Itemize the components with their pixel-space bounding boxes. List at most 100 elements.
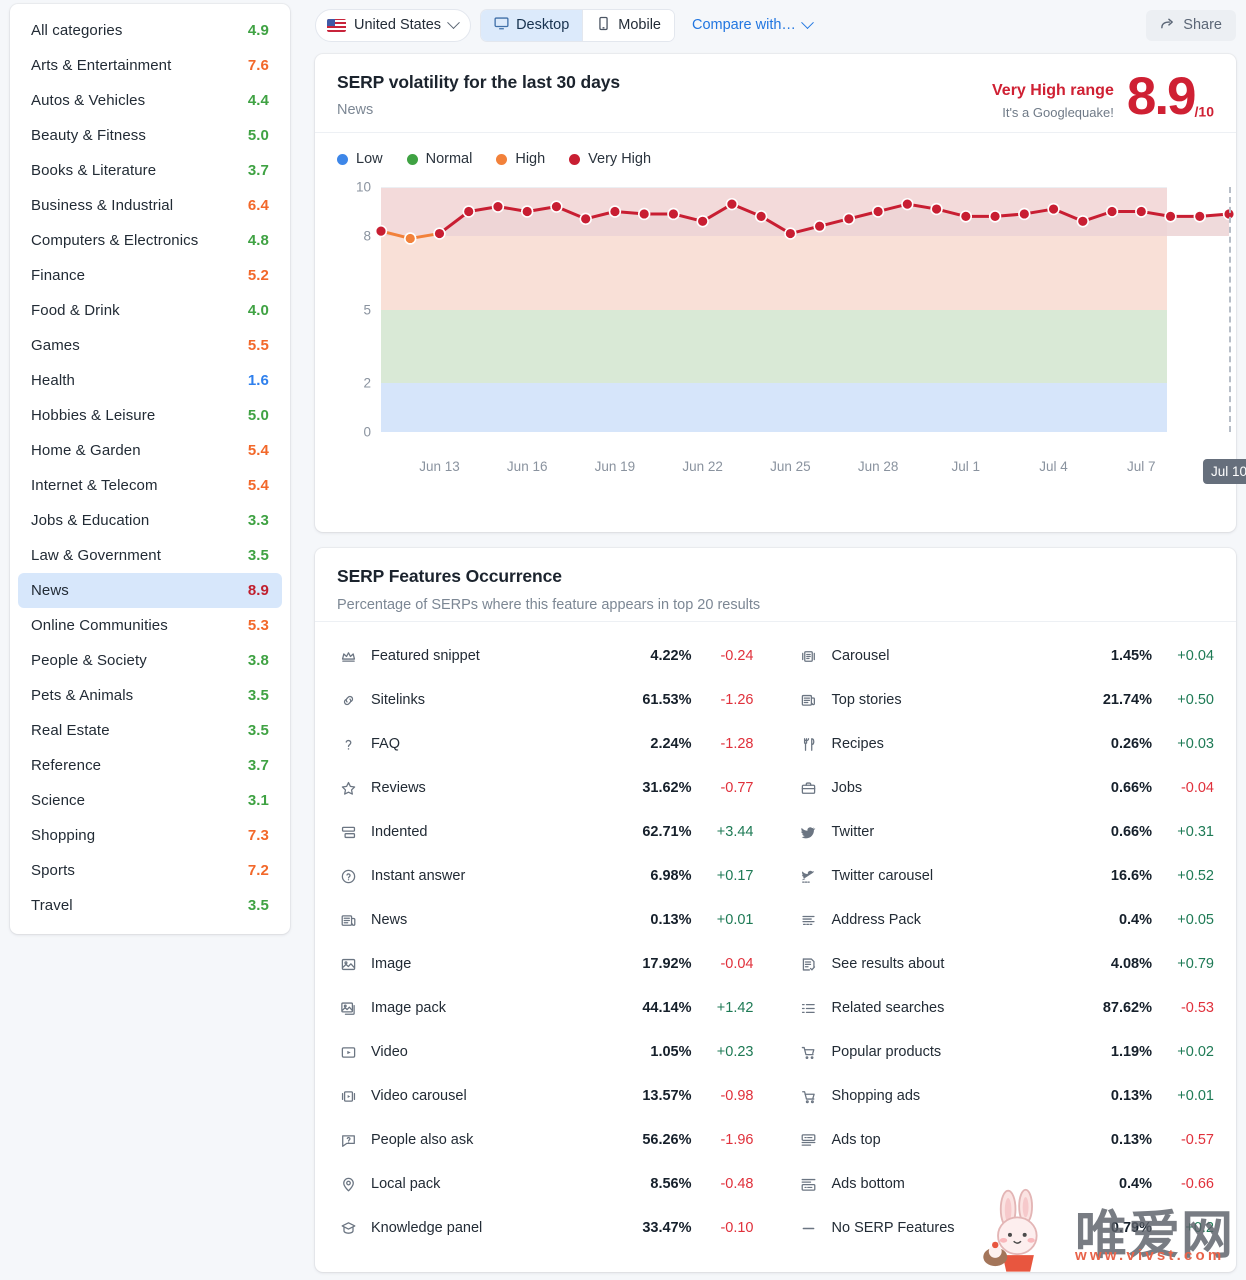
share-button[interactable]: Share [1146, 9, 1236, 41]
chart-data-point[interactable] [696, 215, 709, 228]
x-axis-tick[interactable]: Jul 7 [1127, 459, 1156, 474]
table-row[interactable]: Address Pack 0.4% +0.05 [798, 898, 1214, 942]
chart-data-point[interactable] [930, 202, 943, 216]
table-row[interactable]: Popular products 1.19% +0.02 [798, 1030, 1214, 1074]
sidebar-item-health[interactable]: Health 1.6 [18, 363, 282, 398]
sidebar-item-law-government[interactable]: Law & Government 3.5 [18, 538, 282, 573]
table-row[interactable]: Local pack 8.56% -0.48 [337, 1162, 754, 1206]
chart-data-point[interactable] [871, 205, 885, 218]
sidebar-item-news[interactable]: News 8.9 [18, 573, 282, 608]
country-selector[interactable]: United States [315, 8, 472, 42]
chart-data-point[interactable] [988, 210, 1002, 223]
sidebar-item-pets-animals[interactable]: Pets & Animals 3.5 [18, 678, 282, 713]
table-row[interactable]: Reviews 31.62% -0.77 [337, 766, 754, 810]
table-row[interactable]: Carousel 1.45% +0.04 [798, 634, 1214, 678]
sidebar-item-games[interactable]: Games 5.5 [18, 328, 282, 363]
sidebar-item-real-estate[interactable]: Real Estate 3.5 [18, 713, 282, 748]
table-row[interactable]: Image 17.92% -0.04 [337, 942, 754, 986]
chart-data-point[interactable] [579, 212, 592, 226]
sidebar-item-arts-entertainment[interactable]: Arts & Entertainment 7.6 [18, 48, 282, 83]
chart-data-point[interactable] [1135, 205, 1148, 218]
legend-item-very-high[interactable]: Very High [569, 151, 651, 167]
table-row[interactable]: Sitelinks 61.53% -1.26 [337, 678, 754, 722]
chart-data-point[interactable] [462, 205, 475, 218]
sidebar-item-science[interactable]: Science 3.1 [18, 783, 282, 818]
chart-data-point[interactable] [959, 210, 973, 223]
chart-data-point[interactable] [1018, 207, 1031, 221]
table-row[interactable]: See results about 4.08% +0.79 [798, 942, 1214, 986]
table-row[interactable]: Image pack 44.14% +1.42 [337, 986, 754, 1030]
sidebar-item-books-literature[interactable]: Books & Literature 3.7 [18, 153, 282, 188]
chart-data-point[interactable] [521, 205, 534, 218]
table-row[interactable]: Twitter 0.66% +0.31 [798, 810, 1214, 854]
x-axis-tick[interactable]: Jun 19 [595, 459, 636, 474]
legend-item-normal[interactable]: Normal [406, 151, 472, 167]
x-axis-tick-selected[interactable]: Jul 10 [1202, 459, 1246, 484]
x-axis-tick[interactable]: Jun 13 [419, 459, 460, 474]
sidebar-item-hobbies-leisure[interactable]: Hobbies & Leisure 5.0 [18, 398, 282, 433]
table-row[interactable]: Video carousel 13.57% -0.98 [337, 1074, 754, 1118]
table-row[interactable]: Instant answer 6.98% +0.17 [337, 854, 754, 898]
sidebar-item-jobs-education[interactable]: Jobs & Education 3.3 [18, 503, 282, 538]
chart-data-point[interactable] [784, 227, 797, 240]
table-row[interactable]: Ads bottom 0.4% -0.66 [798, 1162, 1214, 1206]
x-axis-tick[interactable]: Jun 25 [770, 459, 811, 474]
tab-desktop[interactable]: Desktop [481, 9, 583, 41]
table-row[interactable]: Twitter carousel 16.6% +0.52 [798, 854, 1214, 898]
chart-data-point[interactable] [667, 207, 680, 221]
chart-data-point[interactable] [754, 210, 768, 223]
table-row[interactable]: Shopping ads 0.13% +0.01 [798, 1074, 1214, 1118]
table-row[interactable]: Video 1.05% +0.23 [337, 1030, 754, 1074]
sidebar-item-online-communities[interactable]: Online Communities 5.3 [18, 608, 282, 643]
table-row[interactable]: Featured snippet 4.22% -0.24 [337, 634, 754, 678]
sidebar-item-business-industrial[interactable]: Business & Industrial 6.4 [18, 188, 282, 223]
chart-data-point[interactable] [1105, 205, 1119, 218]
sidebar-item-food-drink[interactable]: Food & Drink 4.0 [18, 293, 282, 328]
sidebar-item-computers-electronics[interactable]: Computers & Electronics 4.8 [18, 223, 282, 258]
sidebar-item-travel[interactable]: Travel 3.5 [18, 888, 282, 923]
chart-data-point[interactable] [1164, 210, 1177, 223]
x-axis-tick[interactable]: Jun 22 [682, 459, 723, 474]
table-row[interactable]: News 0.13% +0.01 [337, 898, 754, 942]
sidebar-item-people-society[interactable]: People & Society 3.8 [18, 643, 282, 678]
table-row[interactable]: Knowledge panel 33.47% -0.10 [337, 1206, 754, 1250]
sidebar-item-finance[interactable]: Finance 5.2 [18, 258, 282, 293]
sidebar-item-all-categories[interactable]: All categories 4.9 [18, 13, 282, 48]
table-row[interactable]: Related searches 87.62% -0.53 [798, 986, 1214, 1030]
chart-data-point[interactable] [901, 197, 914, 211]
chart-data-point[interactable] [491, 200, 505, 213]
chart-data-point[interactable] [550, 200, 563, 213]
chart-data-point[interactable] [608, 205, 622, 218]
x-axis-tick[interactable]: Jul 4 [1039, 459, 1068, 474]
table-row[interactable]: People also ask 56.26% -1.96 [337, 1118, 754, 1162]
sidebar-item-sports[interactable]: Sports 7.2 [18, 853, 282, 888]
legend-item-high[interactable]: High [496, 151, 545, 167]
chart-data-point[interactable] [1076, 215, 1089, 228]
chart-data-point[interactable] [1047, 202, 1060, 216]
table-row[interactable]: Jobs 0.66% -0.04 [798, 766, 1214, 810]
sidebar-item-beauty-fitness[interactable]: Beauty & Fitness 5.0 [18, 118, 282, 153]
x-axis-tick[interactable]: Jul 1 [952, 459, 981, 474]
chart-data-point[interactable] [637, 207, 651, 221]
table-row[interactable]: Recipes 0.26% +0.03 [798, 722, 1214, 766]
chart-data-point[interactable] [813, 219, 826, 233]
chart-data-point[interactable] [433, 227, 446, 240]
x-axis-tick[interactable]: Jun 28 [858, 459, 899, 474]
table-row[interactable]: Ads top 0.13% -0.57 [798, 1118, 1214, 1162]
table-row[interactable]: Top stories 21.74% +0.50 [798, 678, 1214, 722]
sidebar-item-autos-vehicles[interactable]: Autos & Vehicles 4.4 [18, 83, 282, 118]
table-row[interactable]: FAQ 2.24% -1.28 [337, 722, 754, 766]
chart-data-point[interactable] [404, 232, 417, 245]
sidebar-item-shopping[interactable]: Shopping 7.3 [18, 818, 282, 853]
chart-data-point[interactable] [725, 197, 739, 211]
sidebar-item-reference[interactable]: Reference 3.7 [18, 748, 282, 783]
x-axis-tick[interactable]: Jun 16 [507, 459, 548, 474]
table-row[interactable]: Indented 62.71% +3.44 [337, 810, 754, 854]
chart-data-point[interactable] [842, 212, 856, 226]
sidebar-item-internet-telecom[interactable]: Internet & Telecom 5.4 [18, 468, 282, 503]
tab-mobile[interactable]: Mobile [583, 9, 674, 41]
chart-data-point[interactable] [1193, 210, 1206, 223]
sidebar-item-home-garden[interactable]: Home & Garden 5.4 [18, 433, 282, 468]
legend-item-low[interactable]: Low [337, 151, 383, 167]
chart-data-point[interactable] [374, 224, 388, 238]
